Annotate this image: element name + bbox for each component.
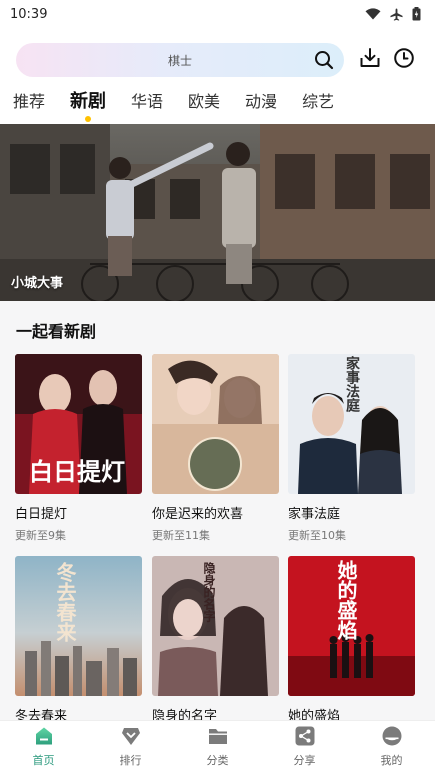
tab-chinese[interactable]: 华语 <box>131 89 163 123</box>
search-bar[interactable]: 棋士 <box>16 43 344 77</box>
drama-poster: 她的盛焰 <box>288 556 415 696</box>
active-tab-indicator <box>85 116 92 122</box>
drama-poster: 白日提灯 <box>15 354 142 494</box>
poster-title-text: 白日提灯 <box>29 457 125 486</box>
drama-title: 你是迟来的欢喜 <box>152 507 244 522</box>
section-title: 一起看新剧 <box>16 322 97 341</box>
drama-card[interactable]: 她的盛焰 她的盛焰 <box>288 556 415 724</box>
poster-title-text: 家事法庭 <box>344 356 360 412</box>
tab-new-drama[interactable]: 新剧 <box>70 89 106 123</box>
tab-recommend[interactable]: 推荐 <box>13 89 45 123</box>
drama-poster <box>152 354 279 494</box>
nav-share[interactable]: 分享 <box>261 721 348 773</box>
drama-poster: 家事法庭 <box>288 354 415 494</box>
drama-card[interactable]: 隐身的名字 隐身的名字 <box>152 556 279 724</box>
history-icon[interactable] <box>393 47 415 73</box>
new-drama-section: 一起看新剧 白日提灯 白日提灯 更新至9集 你是迟来的欢喜 更新至11集 家事法… <box>0 301 435 724</box>
nav-home[interactable]: 首页 <box>0 721 87 773</box>
tab-western[interactable]: 欧美 <box>188 89 220 123</box>
download-icon[interactable] <box>359 47 381 73</box>
search-row: 棋士 <box>16 43 421 77</box>
poster-title-text: 隐身的名字 <box>202 562 216 622</box>
nav-profile[interactable]: 我的 <box>348 721 435 773</box>
home-icon <box>35 727 52 745</box>
tab-variety[interactable]: 综艺 <box>302 89 334 123</box>
status-time: 10:39 <box>10 6 48 22</box>
profile-icon <box>382 726 401 746</box>
drama-poster: 隐身的名字 <box>152 556 279 696</box>
poster-title-text: 她的盛焰 <box>334 560 358 640</box>
folder-icon <box>208 729 227 744</box>
nav-home-label: 首页 <box>32 754 55 767</box>
nav-category-label: 分类 <box>206 754 229 767</box>
search-placeholder: 棋士 <box>167 53 192 68</box>
ranking-icon <box>121 728 140 745</box>
drama-poster: 冬去春来 <box>15 556 142 696</box>
drama-card[interactable]: 家事法庭 家事法庭 更新至10集 <box>288 354 415 543</box>
drama-episode-status: 更新至9集 <box>15 529 66 542</box>
status-bar: 10:39 <box>0 0 435 28</box>
drama-card[interactable]: 你是迟来的欢喜 更新至11集 <box>152 354 279 543</box>
banner-title: 小城大事 <box>11 276 64 291</box>
banner-image <box>0 124 435 301</box>
nav-ranking[interactable]: 排行 <box>87 721 174 773</box>
poster-title-text: 冬去春来 <box>53 562 77 642</box>
status-icons <box>365 7 421 21</box>
nav-share-label: 分享 <box>293 754 316 767</box>
drama-card[interactable]: 冬去春来 冬去春来 <box>15 556 142 724</box>
nav-profile-label: 我的 <box>380 754 403 767</box>
drama-episode-status: 更新至10集 <box>288 529 346 542</box>
share-icon <box>295 726 314 746</box>
airplane-icon <box>390 7 403 21</box>
top-actions <box>359 47 415 73</box>
category-tabs: 推荐 新剧 华语 欧美 动漫 综艺 <box>0 89 435 123</box>
bottom-nav: 首页 排行 分类 分享 我的 <box>0 720 435 773</box>
nav-ranking-label: 排行 <box>119 754 142 767</box>
drama-card[interactable]: 白日提灯 白日提灯 更新至9集 <box>15 354 142 543</box>
nav-category[interactable]: 分类 <box>174 721 261 773</box>
wifi-icon <box>365 8 381 20</box>
battery-icon <box>412 7 421 21</box>
drama-episode-status: 更新至11集 <box>152 529 210 542</box>
drama-title: 家事法庭 <box>288 507 341 522</box>
tab-anime[interactable]: 动漫 <box>245 89 277 123</box>
featured-banner[interactable]: 小城大事 <box>0 124 435 301</box>
drama-title: 白日提灯 <box>15 507 68 522</box>
search-icon[interactable] <box>314 50 334 70</box>
